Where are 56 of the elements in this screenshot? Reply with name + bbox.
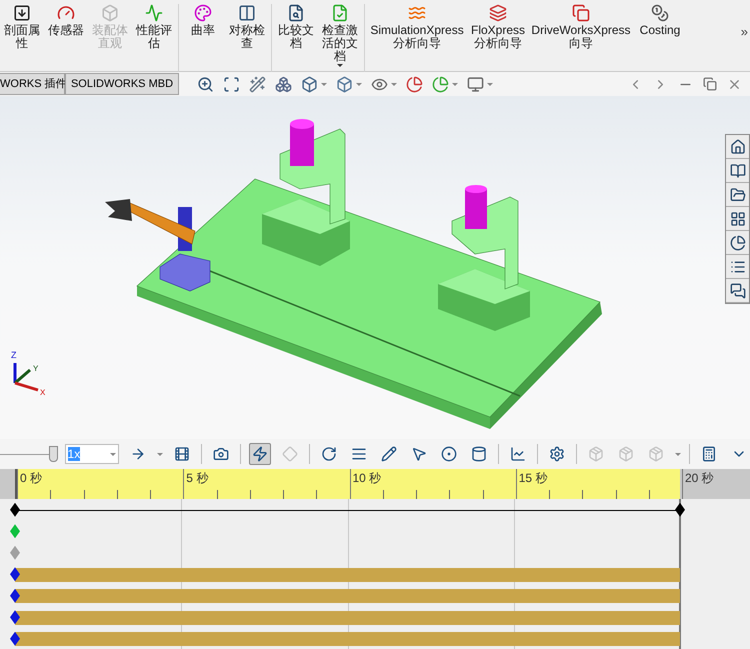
- home-icon[interactable]: [730, 138, 746, 154]
- palette-icon: [194, 4, 212, 22]
- axis-triad-drawing: Z Y X: [11, 350, 46, 396]
- caret-icon: [452, 82, 458, 86]
- restore-icon[interactable]: [703, 77, 717, 91]
- time-label: 10 秒: [352, 471, 382, 485]
- caret-icon: [321, 82, 327, 86]
- box-icon: [101, 4, 119, 22]
- ribbon-button[interactable]: 比较文档: [276, 4, 316, 50]
- monitor-icon[interactable]: [467, 76, 484, 92]
- caret-icon: [487, 82, 493, 86]
- film-icon: [174, 446, 190, 462]
- coins-icon: [651, 4, 669, 22]
- ribbon-button[interactable]: 剖面属性: [2, 4, 42, 50]
- zoom-icon[interactable]: [197, 76, 214, 92]
- zoom-area-icon[interactable]: [223, 76, 240, 92]
- ribbon-button[interactable]: 检查激活的文档: [320, 4, 360, 67]
- pencil-icon: [381, 446, 397, 462]
- view-orientation-icon[interactable]: [301, 76, 318, 92]
- document-check-icon: [331, 4, 349, 22]
- camera-icon: [213, 446, 229, 462]
- calculator-icon: [701, 446, 717, 462]
- time-label: 0 秒: [20, 471, 42, 485]
- caret-icon: [391, 82, 397, 86]
- library-icon[interactable]: [730, 162, 746, 178]
- folder-icon[interactable]: [730, 186, 746, 202]
- gauge-icon: [57, 4, 75, 22]
- slider-thumb[interactable]: [49, 446, 58, 462]
- caret-icon: [337, 64, 343, 67]
- ribbon-button[interactable]: FloXpress 分析向导: [469, 4, 527, 50]
- ribbon-button[interactable]: 曲率: [183, 4, 223, 37]
- more-button[interactable]: »: [740, 22, 748, 42]
- display-style-icon[interactable]: [336, 76, 353, 92]
- chart-icon: [510, 446, 526, 462]
- tab[interactable]: WORKS 插件: [0, 73, 65, 95]
- ribbon-button[interactable]: Costing: [635, 4, 685, 37]
- forum-icon[interactable]: [730, 282, 746, 298]
- ribbon-button[interactable]: 性能评估: [134, 4, 174, 50]
- caret-icon: [157, 452, 163, 456]
- toolbar-button[interactable]: [249, 443, 271, 465]
- time-label: 5 秒: [186, 471, 208, 485]
- key-point[interactable]: [10, 502, 20, 517]
- ribbon-button[interactable]: 对称检查: [227, 4, 267, 50]
- caret-icon: [675, 452, 681, 456]
- time-label: 20 秒: [685, 471, 714, 485]
- pointer-icon: [411, 446, 427, 462]
- caret-icon: [110, 452, 116, 456]
- key-point[interactable]: [675, 502, 685, 517]
- ribbon-button[interactable]: SimulationXpress 分析向导: [369, 4, 465, 50]
- caret-icon: [356, 82, 362, 86]
- time-label: 15 秒: [518, 471, 548, 485]
- ribbon-button[interactable]: DriveWorksXpress 向导: [531, 4, 631, 50]
- tab[interactable]: SOLIDWORKS MBD: [65, 73, 179, 95]
- settings-icon: [549, 446, 565, 462]
- ribbon-button[interactable]: 传感器: [46, 4, 86, 37]
- speed-slider[interactable]: [0, 446, 57, 462]
